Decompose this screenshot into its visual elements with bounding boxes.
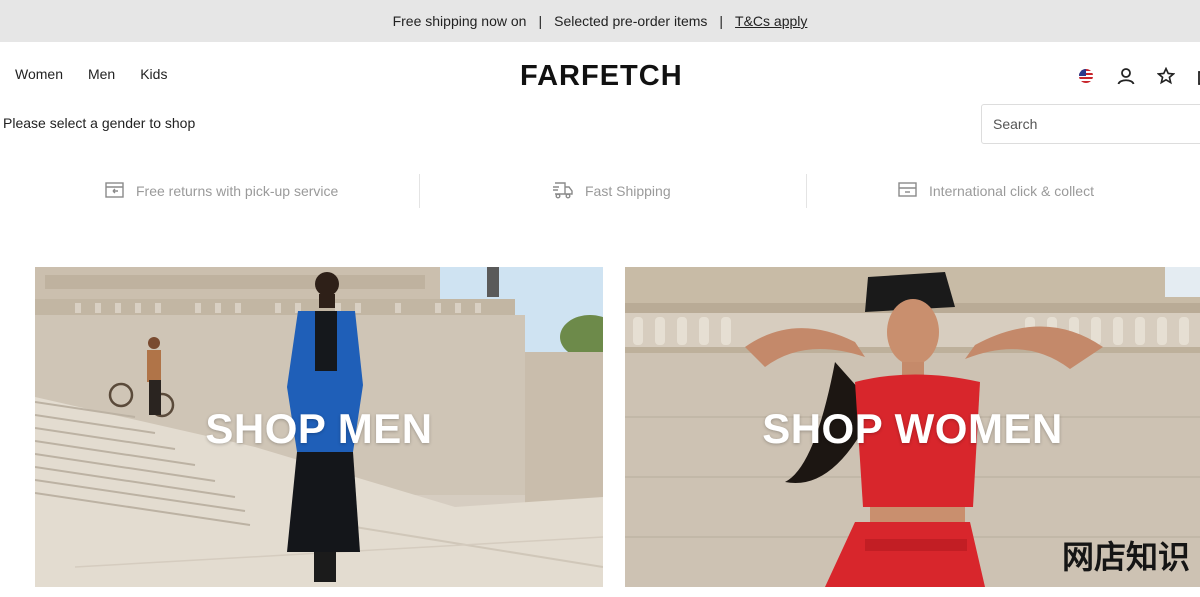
shop-men-banner[interactable]: SHOP MEN <box>35 267 603 587</box>
service-free-returns[interactable]: Free returns with pick-up service <box>105 172 338 210</box>
account-icon[interactable] <box>1116 66 1136 86</box>
service-label: Free returns with pick-up service <box>136 183 339 199</box>
wishlist-star-icon[interactable] <box>1156 66 1176 86</box>
delivery-truck-icon <box>553 181 573 202</box>
promo-separator: | <box>538 13 543 29</box>
shop-men-title: SHOP MEN <box>205 405 433 452</box>
divider <box>806 174 807 208</box>
site-logo[interactable]: FARFETCH <box>520 60 683 93</box>
service-click-collect[interactable]: International click & collect <box>898 172 1094 210</box>
search-box[interactable] <box>981 104 1200 144</box>
promo-separator: | <box>719 13 724 29</box>
nav-item-kids[interactable]: Kids <box>140 66 167 82</box>
service-label: Fast Shipping <box>585 183 671 199</box>
search-input[interactable] <box>993 116 1183 132</box>
nav-item-men[interactable]: Men <box>88 66 115 82</box>
bag-icon[interactable] <box>1196 66 1200 86</box>
nav-item-women[interactable]: Women <box>15 66 63 82</box>
promo-text-preorder: Selected pre-order items <box>554 13 708 29</box>
header-icons <box>1076 66 1200 86</box>
promo-text-shipping: Free shipping now on <box>392 13 527 29</box>
store-icon <box>898 181 917 201</box>
watermark: 网店知识 <box>1062 538 1191 576</box>
gender-nav: Women Men Kids <box>15 66 167 82</box>
us-flag-icon[interactable] <box>1076 66 1096 86</box>
gender-prompt: Please select a gender to shop <box>3 115 196 131</box>
service-label: International click & collect <box>929 183 1094 199</box>
service-strip: Free returns with pick-up service Fast S… <box>0 172 1200 210</box>
service-fast-shipping[interactable]: Fast Shipping <box>553 172 671 210</box>
terms-link[interactable]: T&Cs apply <box>735 13 807 29</box>
divider <box>419 174 420 208</box>
returns-box-icon <box>105 181 124 201</box>
promo-bar: Free shipping now on | Selected pre-orde… <box>0 0 1200 42</box>
shop-women-title: SHOP WOMEN <box>762 405 1063 452</box>
